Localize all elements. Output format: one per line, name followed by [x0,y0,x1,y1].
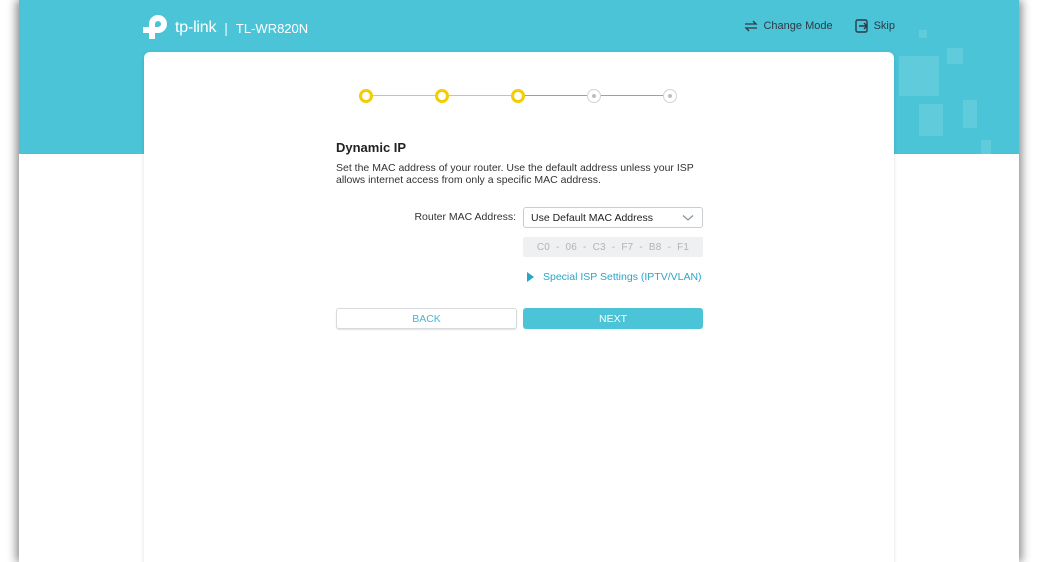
tp-link-logo: tp-link | TL-WR820N [143,14,308,42]
next-button[interactable]: NEXT [523,308,703,329]
progress-stepper [359,88,679,104]
mac-octet: F1 [677,241,690,253]
setup-card: Dynamic IP Set the MAC address of your r… [144,52,894,562]
stepper-connector [601,95,663,96]
brand-separator: | [224,20,228,36]
stepper-step [359,89,373,103]
mac-separator: - [667,241,672,253]
top-actions: Change Mode Skip [722,19,895,33]
top-bar: tp-link | TL-WR820N Change Mode Skip [19,0,1019,54]
mac-octet: F7 [621,241,634,253]
chevron-down-icon [682,215,694,221]
tp-link-logo-icon [143,15,167,39]
model-name: TL-WR820N [235,20,309,36]
mac-separator: - [611,241,616,253]
mac-address-select[interactable]: Use Default MAC Address [523,207,703,228]
mac-separator: - [556,241,560,253]
stepper-connector [525,95,587,96]
mac-address-display: C0-06- C3- F7- B8- F1 [523,237,703,257]
stepper-step [511,89,525,103]
mac-address-label: Router MAC Address: [414,211,516,223]
mac-octet: C0 [536,241,550,253]
page-title: Dynamic IP [336,140,407,155]
mac-octet: C3 [592,241,606,253]
change-mode-button[interactable]: Change Mode [744,20,833,32]
skip-label: Skip [873,20,895,32]
skip-button[interactable]: Skip [854,19,895,33]
setup-window: tp-link | TL-WR820N Change Mode Skip Dyn… [19,0,1019,562]
page-description: Set the MAC address of your router. Use … [336,162,694,186]
brand-name: tp-link [175,19,217,36]
special-isp-label: Special ISP Settings (IPTV/VLAN) [543,271,702,283]
stepper-connector [449,95,511,96]
mac-octet: B8 [648,241,662,253]
expand-triangle-icon [527,272,534,282]
stepper-step [435,89,449,103]
exit-icon [854,19,868,33]
stepper-step [663,89,677,103]
swap-arrows-icon [744,20,759,32]
mac-separator: - [583,241,587,253]
special-isp-settings-link[interactable]: Special ISP Settings (IPTV/VLAN) [527,271,702,283]
mac-select-value: Use Default MAC Address [531,212,653,224]
mac-octet: 06 [565,241,578,253]
stepper-connector [373,95,435,96]
back-button[interactable]: BACK [336,308,517,329]
stepper-step [587,89,601,103]
mac-separator: - [639,241,643,253]
change-mode-label: Change Mode [763,20,833,32]
